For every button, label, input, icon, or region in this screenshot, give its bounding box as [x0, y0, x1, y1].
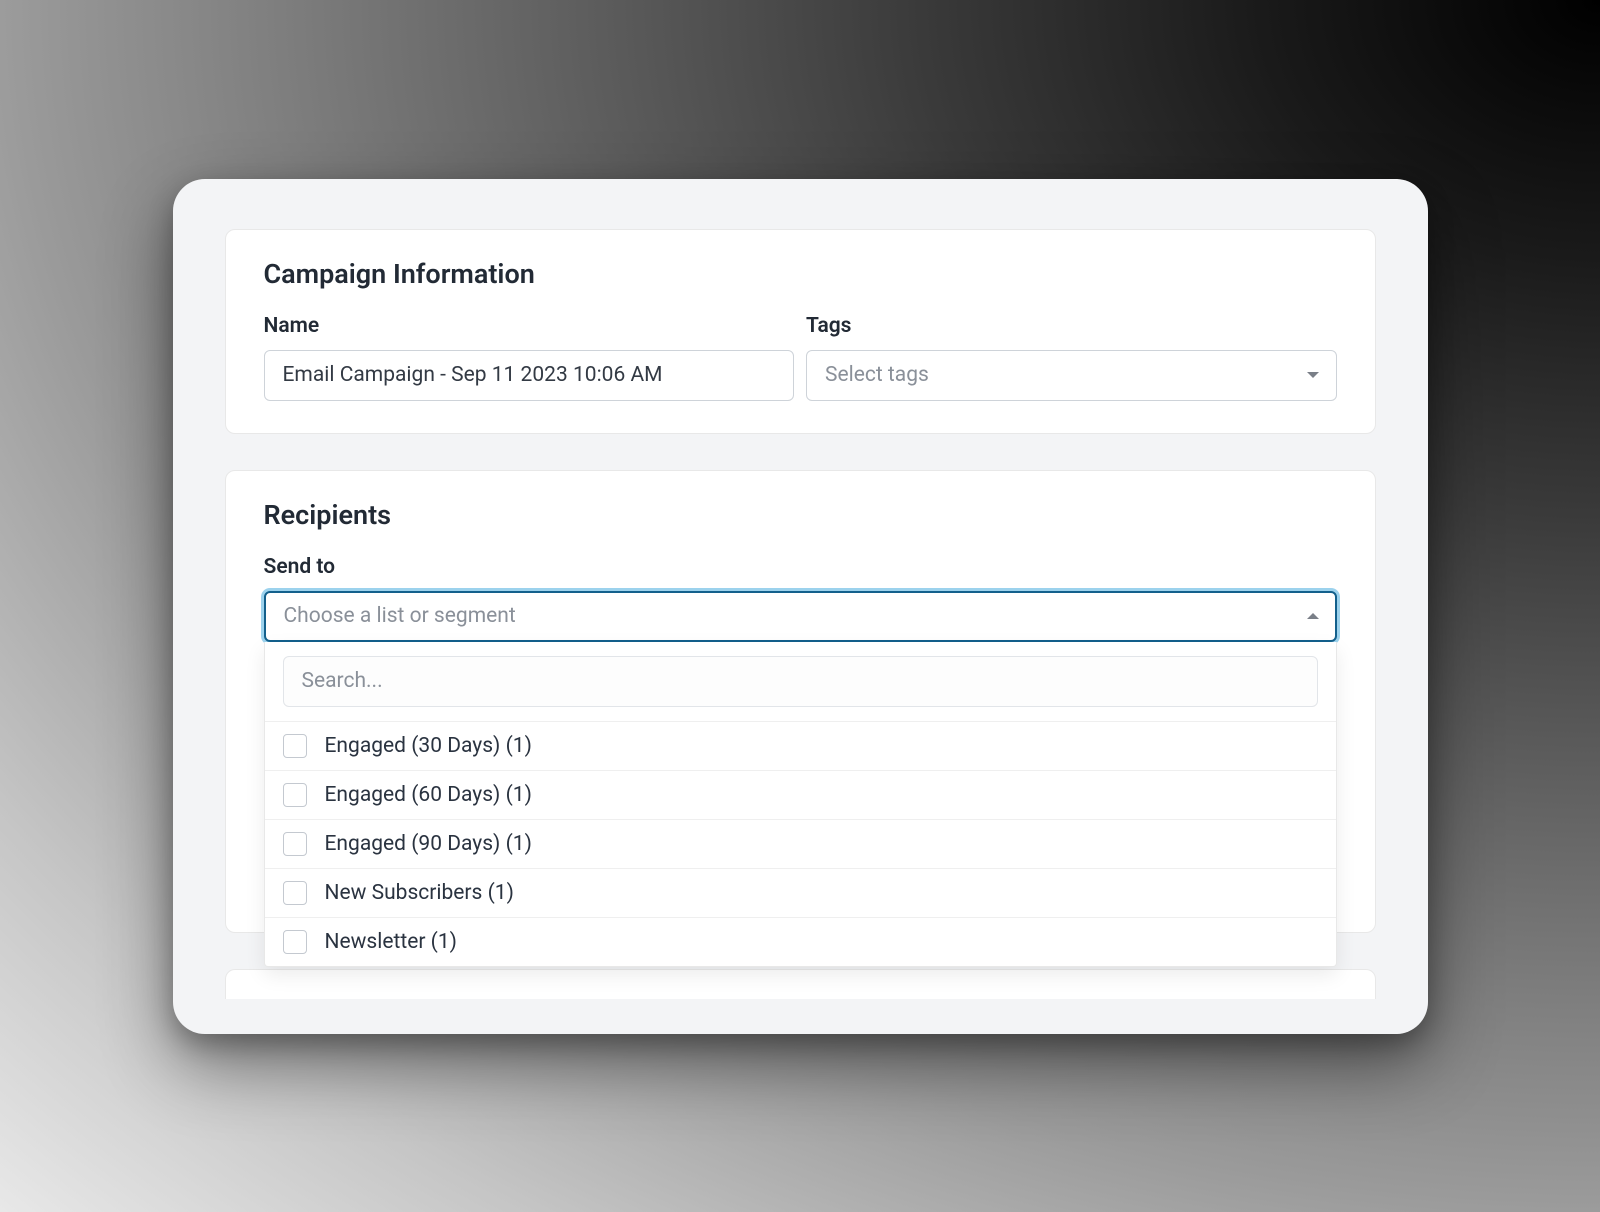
send-to-placeholder: Choose a list or segment [284, 604, 516, 628]
tags-field-group: Tags Select tags [806, 314, 1337, 401]
campaign-form-row: Name Tags Select tags [264, 314, 1337, 401]
send-to-dropdown: Engaged (30 Days) (1) Engaged (60 Days) … [264, 642, 1337, 967]
option-label: Engaged (30 Days) (1) [325, 734, 532, 758]
tags-placeholder: Select tags [825, 363, 929, 387]
option-engaged-90[interactable]: Engaged (90 Days) (1) [265, 819, 1336, 868]
recipients-card: Recipients Send to Choose a list or segm… [225, 470, 1376, 933]
name-field-group: Name [264, 314, 795, 401]
caret-up-icon [1307, 613, 1319, 619]
caret-down-icon [1307, 372, 1319, 378]
option-new-subscribers[interactable]: New Subscribers (1) [265, 868, 1336, 917]
name-label: Name [264, 314, 795, 338]
checkbox-icon[interactable] [283, 881, 307, 905]
recipients-title: Recipients [264, 499, 1337, 531]
send-to-group: Send to Choose a list or segment Engaged… [264, 555, 1337, 642]
send-to-select-wrap: Choose a list or segment Engaged (30 Day… [264, 591, 1337, 642]
tags-select[interactable]: Select tags [806, 350, 1337, 401]
option-label: New Subscribers (1) [325, 881, 514, 905]
name-input[interactable] [264, 350, 795, 401]
tags-label: Tags [806, 314, 1337, 338]
checkbox-icon[interactable] [283, 930, 307, 954]
dropdown-search-input[interactable] [283, 656, 1318, 707]
option-engaged-60[interactable]: Engaged (60 Days) (1) [265, 770, 1336, 819]
tags-select-wrap: Select tags [806, 350, 1337, 401]
option-list: Engaged (30 Days) (1) Engaged (60 Days) … [265, 721, 1336, 966]
send-to-select[interactable]: Choose a list or segment [264, 591, 1337, 642]
option-engaged-30[interactable]: Engaged (30 Days) (1) [265, 721, 1336, 770]
option-label: Engaged (90 Days) (1) [325, 832, 532, 856]
page-container: Campaign Information Name Tags Select ta… [173, 179, 1428, 1034]
option-label: Engaged (60 Days) (1) [325, 783, 532, 807]
checkbox-icon[interactable] [283, 734, 307, 758]
option-newsletter[interactable]: Newsletter (1) [265, 917, 1336, 966]
campaign-info-card: Campaign Information Name Tags Select ta… [225, 229, 1376, 434]
checkbox-icon[interactable] [283, 783, 307, 807]
option-label: Newsletter (1) [325, 930, 457, 954]
checkbox-icon[interactable] [283, 832, 307, 856]
send-to-label: Send to [264, 555, 1337, 579]
next-card-peek [225, 969, 1376, 999]
campaign-info-title: Campaign Information [264, 258, 1337, 290]
